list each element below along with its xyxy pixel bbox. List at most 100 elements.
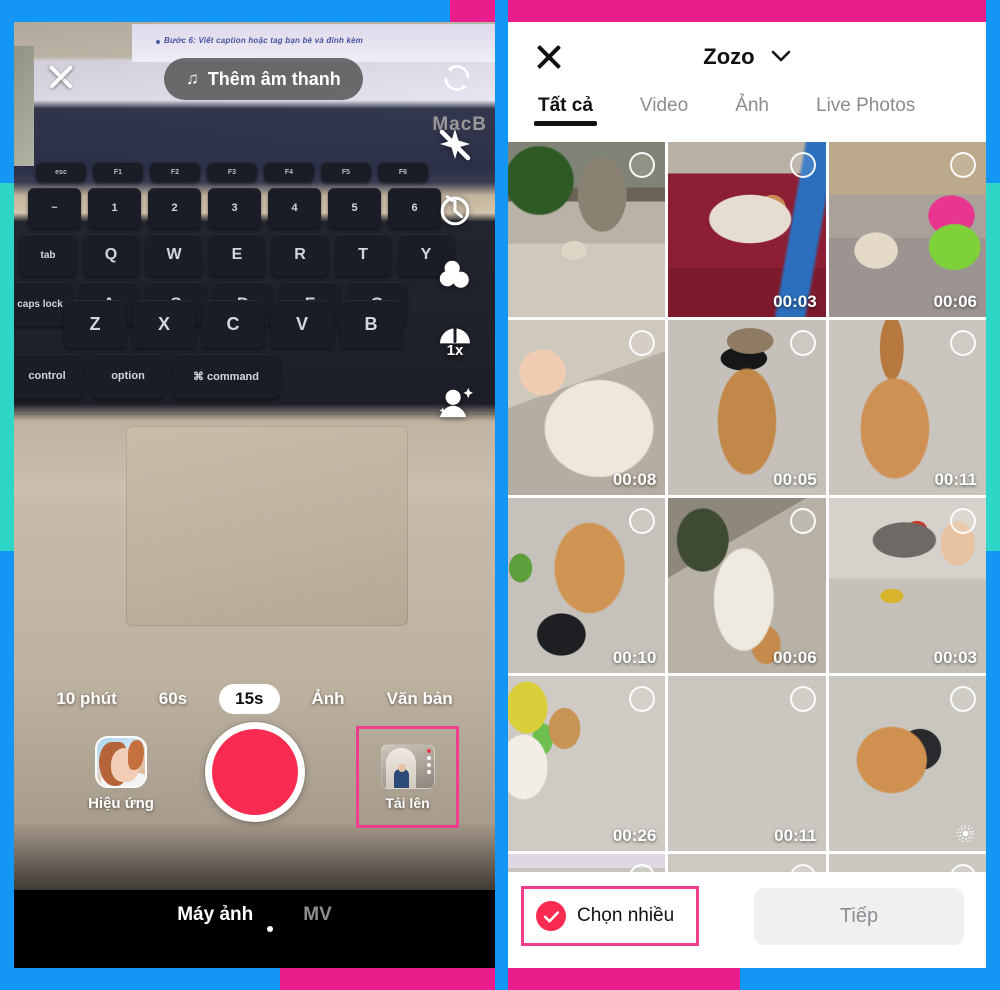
frame-band-right-teal — [986, 183, 1000, 551]
gallery-footer: Chọn nhiều Tiếp — [508, 872, 986, 968]
flip-camera-icon[interactable] — [439, 60, 475, 96]
laptop-trackpad — [126, 426, 408, 626]
multi-select-button[interactable]: Chọn nhiều — [521, 886, 699, 946]
gallery-header: Zozo — [508, 22, 986, 95]
select-circle[interactable] — [949, 508, 976, 534]
mode-active-dot — [267, 926, 273, 932]
duration-option-photo[interactable]: Ảnh — [302, 684, 355, 714]
keyboard-row-numbers: ~ 1 2 3 4 5 6 — [28, 188, 441, 228]
flash-off-icon[interactable] — [433, 125, 477, 165]
select-circle[interactable] — [789, 152, 816, 178]
duration-selector: 10 phút 60s 15s Ảnh Văn bản — [14, 684, 495, 714]
duration-option-text[interactable]: Văn bản — [377, 684, 463, 714]
effects-label: Hiệu ứng — [88, 795, 154, 812]
keyboard-row-modifiers: control option ⌘ command — [14, 354, 280, 398]
photo-left-edge — [14, 46, 34, 166]
select-circle[interactable] — [949, 330, 976, 356]
check-icon — [536, 901, 566, 931]
mode-tab-mv[interactable]: MV — [303, 904, 332, 926]
speed-icon[interactable]: 1x — [433, 319, 477, 359]
tab-photo[interactable]: Ảnh — [735, 95, 769, 126]
frame-band-top-pink — [450, 0, 1000, 22]
media-item[interactable]: 00:05 — [668, 320, 826, 495]
mode-tab-camera[interactable]: Máy ảnh — [177, 904, 253, 926]
album-selector[interactable]: Zozo — [508, 42, 986, 70]
keyboard-row-function: esc F1 F2 F3 F4 F5 F6 — [36, 162, 428, 182]
document-text: Bước 6: Viết caption hoặc tag bạn bè và … — [164, 36, 364, 45]
frame-band-bottom-right — [740, 968, 1000, 990]
media-duration: 00:06 — [933, 292, 977, 311]
camera-screen: Bước 6: Viết caption hoặc tag bạn bè và … — [14, 22, 495, 968]
frame-band-right-top — [986, 0, 1000, 183]
camera-viewfinder: Bước 6: Viết caption hoặc tag bạn bè và … — [14, 22, 495, 890]
upload-button[interactable]: Tải lên — [356, 726, 459, 828]
media-item[interactable]: 00:10 — [508, 498, 666, 673]
duration-option-60s[interactable]: 60s — [149, 684, 197, 714]
media-item[interactable]: 00:26 — [508, 676, 666, 851]
media-duration: 00:06 — [773, 648, 817, 667]
frame-band-top-left — [0, 0, 450, 22]
gallery-tabs: Tất cả Video Ảnh Live Photos — [508, 95, 986, 142]
tab-live-photos[interactable]: Live Photos — [816, 95, 915, 126]
record-button[interactable] — [204, 722, 305, 822]
media-duration: 00:11 — [934, 470, 977, 489]
select-circle[interactable] — [789, 508, 816, 534]
panel-divider — [495, 0, 508, 990]
close-icon[interactable] — [44, 60, 78, 94]
frame-band-left-teal — [0, 183, 14, 551]
media-item[interactable]: 00:08 — [508, 320, 666, 495]
media-duration: 00:03 — [773, 292, 817, 311]
filters-icon[interactable] — [433, 255, 477, 293]
select-circle[interactable] — [789, 686, 816, 712]
media-duration: 00:11 — [774, 826, 817, 845]
add-sound-button[interactable]: ♫ Thêm âm thanh — [164, 58, 363, 100]
multi-select-label: Chọn nhiều — [577, 905, 675, 926]
media-item[interactable]: 00:03 — [668, 142, 826, 317]
add-sound-label: Thêm âm thanh — [207, 68, 341, 89]
screenshot-root: Bước 6: Viết caption hoặc tag bạn bè và … — [0, 0, 1000, 990]
frame-band-bottom-pink — [280, 968, 740, 990]
effects-thumbnail — [95, 736, 147, 788]
camera-mode-bar: Máy ảnh MV — [14, 890, 495, 968]
tab-video[interactable]: Video — [640, 95, 688, 126]
media-duration: 00:26 — [612, 826, 657, 845]
next-button[interactable]: Tiếp — [754, 888, 964, 945]
music-note-icon: ♫ — [186, 69, 199, 88]
keyboard-row-zxcv: Z X C V B — [64, 300, 402, 348]
duration-option-10min[interactable]: 10 phút — [46, 684, 126, 714]
gallery-screen: Zozo Tất cả Video Ảnh Live Photos 00:03 … — [508, 22, 986, 968]
speed-label: 1x — [446, 342, 464, 359]
media-item[interactable]: 00:03 — [828, 498, 986, 673]
media-item[interactable]: 00:11 — [668, 676, 826, 851]
camera-tool-column: 1x — [429, 125, 481, 419]
chevron-down-icon — [771, 42, 791, 68]
duration-option-15s[interactable]: 15s — [219, 684, 280, 714]
media-duration: 00:08 — [612, 470, 657, 489]
frame-band-left-bottom — [0, 551, 14, 990]
select-circle[interactable] — [949, 686, 976, 712]
upload-thumbnail — [380, 743, 435, 789]
media-item[interactable]: 00:06 — [668, 498, 826, 673]
media-item[interactable] — [828, 676, 986, 851]
select-circle[interactable] — [949, 152, 976, 178]
media-item[interactable] — [508, 142, 666, 317]
effects-button[interactable]: Hiệu ứng — [87, 736, 155, 812]
media-grid: 00:03 00:06 00:08 00:05 00:11 00:10 00:0… — [508, 142, 986, 968]
frame-band-right-bottom — [986, 551, 1000, 990]
frame-band-left-top — [0, 0, 14, 183]
media-duration: 00:05 — [773, 470, 817, 489]
media-item[interactable]: 00:06 — [828, 142, 986, 317]
media-duration: 00:10 — [612, 648, 657, 667]
capture-controls: Hiệu ứng Tải lên — [14, 722, 495, 842]
document-bullet — [156, 40, 160, 44]
upload-label: Tải lên — [385, 794, 430, 811]
beautify-icon[interactable] — [433, 385, 477, 419]
media-item[interactable]: 00:11 — [828, 320, 986, 495]
media-duration: 00:03 — [933, 648, 977, 667]
frame-band-bottom-left — [0, 968, 280, 990]
keyboard-row-qwerty: tab Q W E R T Y — [20, 234, 454, 276]
tab-all[interactable]: Tất cả — [534, 95, 597, 126]
select-circle[interactable] — [789, 330, 816, 356]
timer-icon[interactable] — [433, 191, 477, 229]
palmrest-separator — [14, 414, 495, 415]
